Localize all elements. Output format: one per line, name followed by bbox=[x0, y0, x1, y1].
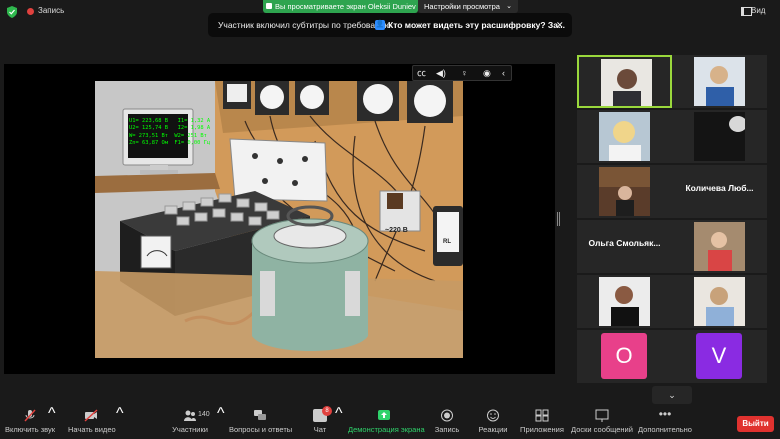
participant-tile[interactable] bbox=[672, 275, 767, 328]
reactions-label: Реакции bbox=[478, 425, 508, 434]
record-button[interactable]: Запись bbox=[433, 405, 461, 439]
participant-name: Ольга Смольяк... bbox=[588, 238, 661, 248]
participant-tile[interactable] bbox=[577, 110, 672, 163]
voltage-label: ~220 В bbox=[385, 227, 408, 234]
chevron-left-icon[interactable]: ‹ bbox=[502, 68, 505, 79]
audio-options-caret-icon[interactable]: ^ bbox=[48, 405, 56, 439]
more-ellipsis-icon: ••• bbox=[658, 407, 672, 421]
live-audio-icon[interactable]: ◉ bbox=[483, 68, 491, 79]
participant-video-icon bbox=[694, 222, 745, 271]
whiteboards-label: Доски сообщений bbox=[571, 425, 633, 434]
leave-meeting-button[interactable]: Выйти bbox=[737, 416, 774, 432]
share-screen-label: Демонстрация экрана bbox=[348, 425, 425, 434]
electrical-lab-simulation: U1= 223,68 В I1= 1,32 А U2= 125,74 В I2=… bbox=[95, 81, 463, 358]
participant-tile[interactable] bbox=[577, 165, 672, 218]
screen-share-banner: Вы просматриваете экран Oleksii Duniev bbox=[263, 0, 418, 13]
participants-label: Участники bbox=[172, 425, 208, 434]
transcript-visibility-link[interactable]: 👤 Кто может видеть эту расшифровку? За..… bbox=[375, 13, 565, 37]
qa-button[interactable]: Вопросы и ответы bbox=[229, 405, 293, 439]
captions-message: Участник включил субтитры по требованию bbox=[218, 20, 391, 30]
view-button[interactable]: Вид bbox=[740, 6, 765, 16]
whiteboard-icon bbox=[595, 409, 609, 422]
captions-notification: Участник включил субтитры по требованию … bbox=[208, 13, 572, 37]
participant-tile[interactable] bbox=[672, 220, 767, 273]
participant-video-icon bbox=[694, 277, 745, 326]
video-options-caret-icon[interactable]: ^ bbox=[116, 405, 124, 439]
more-button[interactable]: ••• Дополнительно bbox=[638, 405, 692, 439]
chat-caret-icon[interactable]: ^ bbox=[335, 405, 343, 439]
qa-icon bbox=[254, 410, 266, 420]
meeting-toolbar: Включить звук ^ Начать видео ^ 140 Участ… bbox=[0, 405, 780, 439]
participant-video-icon bbox=[694, 57, 745, 106]
start-video-button[interactable]: Начать видео bbox=[68, 405, 116, 439]
participant-video-icon bbox=[599, 167, 650, 216]
microphone-muted-icon bbox=[24, 409, 36, 422]
participant-video-icon bbox=[599, 277, 650, 326]
chat-unread-badge: 8 bbox=[322, 406, 332, 416]
share-screen-icon bbox=[378, 410, 390, 420]
qa-label: Вопросы и ответы bbox=[229, 425, 293, 434]
participant-name-tile[interactable]: Ольга Смольяк... bbox=[577, 220, 672, 273]
participant-tile[interactable] bbox=[577, 275, 672, 328]
shared-screen: U1= 223,68 В I1= 1,32 А U2= 125,74 В I2=… bbox=[4, 64, 555, 434]
chat-label: Чат bbox=[313, 425, 327, 434]
measurement-display: U1= 223,68 В I1= 1,32 А U2= 125,74 В I2=… bbox=[129, 118, 210, 147]
more-label: Дополнительно bbox=[638, 425, 692, 434]
avatar-letter: O bbox=[601, 333, 647, 379]
participant-name-tile[interactable]: Количева Люб... bbox=[672, 165, 767, 218]
participants-caret-icon[interactable]: ^ bbox=[217, 405, 225, 439]
participant-video-icon bbox=[694, 112, 745, 161]
record-icon bbox=[441, 409, 453, 422]
participant-tile[interactable]: O bbox=[577, 330, 672, 383]
microphone-icon[interactable]: ♀ bbox=[461, 68, 468, 79]
person-icon: 👤 bbox=[375, 20, 385, 30]
apps-button[interactable]: Приложения bbox=[520, 405, 564, 439]
reactions-smile-icon bbox=[487, 409, 499, 422]
video-off-icon bbox=[84, 409, 98, 422]
view-options-dropdown[interactable]: Настройки просмотра ⌄ bbox=[418, 0, 518, 13]
participant-video-icon bbox=[599, 112, 650, 161]
close-icon[interactable]: ✕ bbox=[556, 13, 564, 37]
participants-button[interactable]: 140 Участники bbox=[170, 405, 210, 439]
record-label: Запись bbox=[434, 425, 460, 434]
reactions-button[interactable]: Реакции bbox=[478, 405, 508, 439]
start-video-label: Начать видео bbox=[68, 425, 116, 434]
chevron-down-icon: ⌄ bbox=[506, 3, 512, 10]
participant-tile-active-speaker[interactable] bbox=[577, 55, 672, 108]
gallery-next-page-button[interactable]: ⌄ bbox=[652, 386, 692, 404]
whiteboards-button[interactable]: Доски сообщений bbox=[571, 405, 633, 439]
view-options-label: Настройки просмотра bbox=[424, 2, 500, 11]
chat-button[interactable]: 8 Чат bbox=[309, 405, 332, 439]
chat-icon: 8 bbox=[313, 406, 332, 422]
participant-video-icon bbox=[601, 59, 652, 106]
participant-tile[interactable] bbox=[672, 55, 767, 108]
apps-icon bbox=[535, 409, 549, 422]
participants-icon bbox=[184, 410, 196, 421]
panel-resize-handle[interactable] bbox=[557, 212, 560, 226]
avatar-letter: V bbox=[696, 333, 742, 379]
participant-tile[interactable]: V bbox=[672, 330, 767, 383]
share-screen-button[interactable]: Демонстрация экрана bbox=[348, 405, 425, 439]
shared-screen-controls: ㏄ ◀) ♀ ◉ ‹ bbox=[412, 65, 512, 81]
recording-label: Запись bbox=[38, 6, 65, 15]
recording-indicator-icon bbox=[27, 8, 34, 15]
speaker-volume-icon[interactable]: ◀) bbox=[436, 68, 446, 79]
captions-cc-icon[interactable]: ㏄ bbox=[417, 68, 426, 79]
apps-label: Приложения bbox=[520, 425, 564, 434]
participants-count: 140 bbox=[198, 411, 210, 418]
participant-name: Количева Люб... bbox=[685, 183, 754, 193]
rl-label: RL bbox=[443, 239, 451, 245]
transcript-link-label: Кто может видеть эту расшифровку? За... bbox=[388, 20, 566, 30]
participant-tile[interactable] bbox=[672, 110, 767, 163]
security-shield-icon bbox=[7, 6, 17, 18]
